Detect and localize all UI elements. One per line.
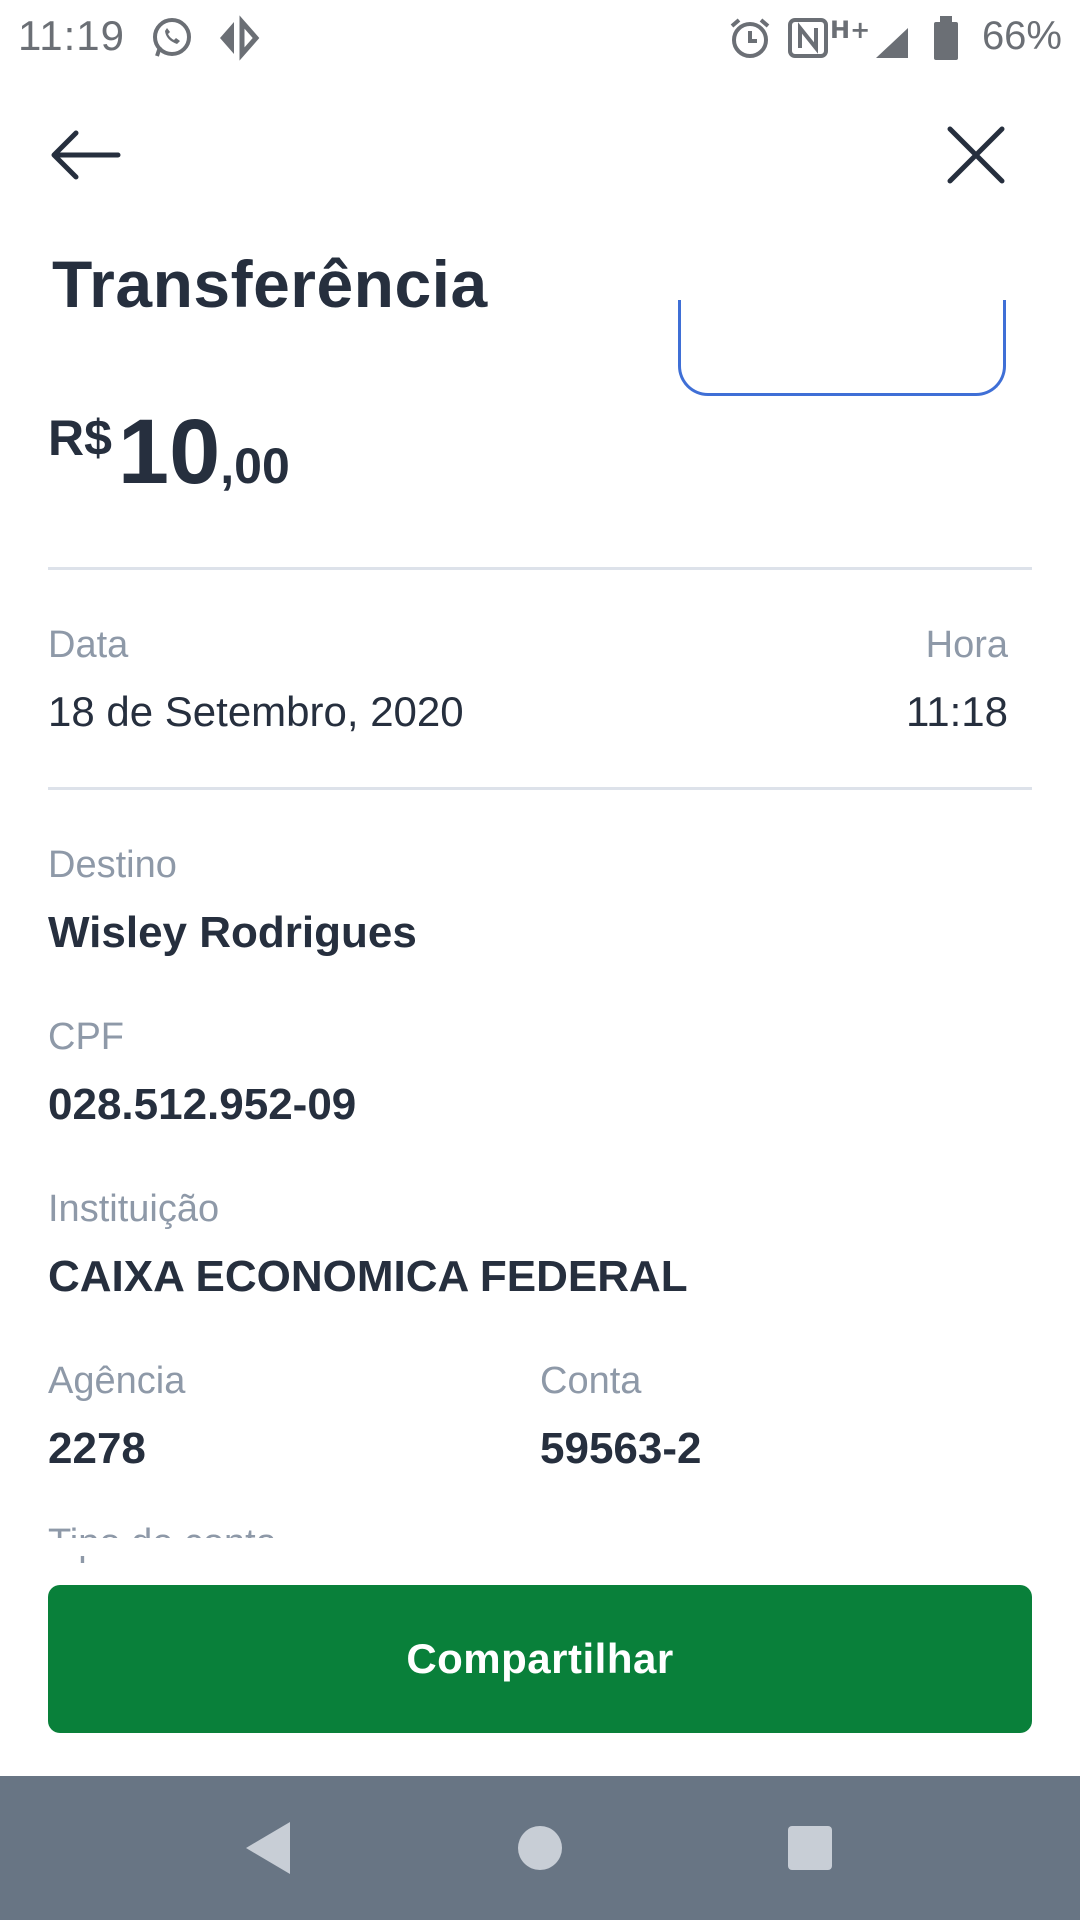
home-nav-icon[interactable] xyxy=(504,1812,576,1884)
amount-decimal: ,00 xyxy=(220,438,290,494)
account-label: Conta xyxy=(540,1360,642,1402)
destination-label: Destino xyxy=(48,844,177,886)
account-value: 59563-2 xyxy=(540,1424,702,1473)
institution-label: Instituição xyxy=(48,1188,220,1230)
time-label: Hora xyxy=(925,624,1008,666)
svg-text:H+: H+ xyxy=(830,16,870,44)
partial-outlined-button[interactable] xyxy=(678,300,1006,396)
amount-integer: 10 xyxy=(117,401,221,503)
nfc-icon xyxy=(788,18,828,58)
navigation-bar xyxy=(0,1776,1080,1920)
recents-nav-icon[interactable] xyxy=(774,1812,846,1884)
alarm-icon xyxy=(730,18,770,58)
back-nav-icon[interactable] xyxy=(232,1812,304,1884)
battery-percent: 66% xyxy=(981,14,1062,58)
scroll-cutoff xyxy=(0,1538,1080,1556)
divider xyxy=(48,787,1032,790)
cpf-value: 028.512.952-09 xyxy=(48,1080,357,1129)
transfer-receipt-screen: 11:19 H+ 66% Transferência R$10,00 Data … xyxy=(0,0,1080,1920)
divider xyxy=(48,567,1032,570)
close-icon xyxy=(947,126,1005,184)
battery-icon xyxy=(934,16,958,60)
agency-label: Agência xyxy=(48,1360,186,1402)
back-button[interactable] xyxy=(44,115,124,195)
destination-value: Wisley Rodrigues xyxy=(48,908,417,957)
institution-value: CAIXA ECONOMICA FEDERAL xyxy=(48,1252,688,1301)
app-icon xyxy=(220,15,260,61)
status-bar: 11:19 H+ 66% xyxy=(0,0,1080,76)
agency-value: 2278 xyxy=(48,1424,146,1473)
page-title: Transferência xyxy=(52,247,488,321)
transfer-amount: R$10,00 xyxy=(48,400,290,505)
cpf-label: CPF xyxy=(48,1016,124,1058)
time-value: 11:18 xyxy=(906,688,1008,735)
status-time: 11:19 xyxy=(18,12,125,59)
whatsapp-icon xyxy=(153,18,191,57)
amount-currency: R$ xyxy=(48,410,112,466)
close-button[interactable] xyxy=(936,115,1016,195)
date-label: Data xyxy=(48,624,129,666)
signal-hplus-icon: H+ xyxy=(830,16,908,58)
date-value: 18 de Setembro, 2020 xyxy=(48,688,464,735)
share-button[interactable]: Compartilhar xyxy=(48,1585,1032,1733)
arrow-left-icon xyxy=(51,130,121,180)
